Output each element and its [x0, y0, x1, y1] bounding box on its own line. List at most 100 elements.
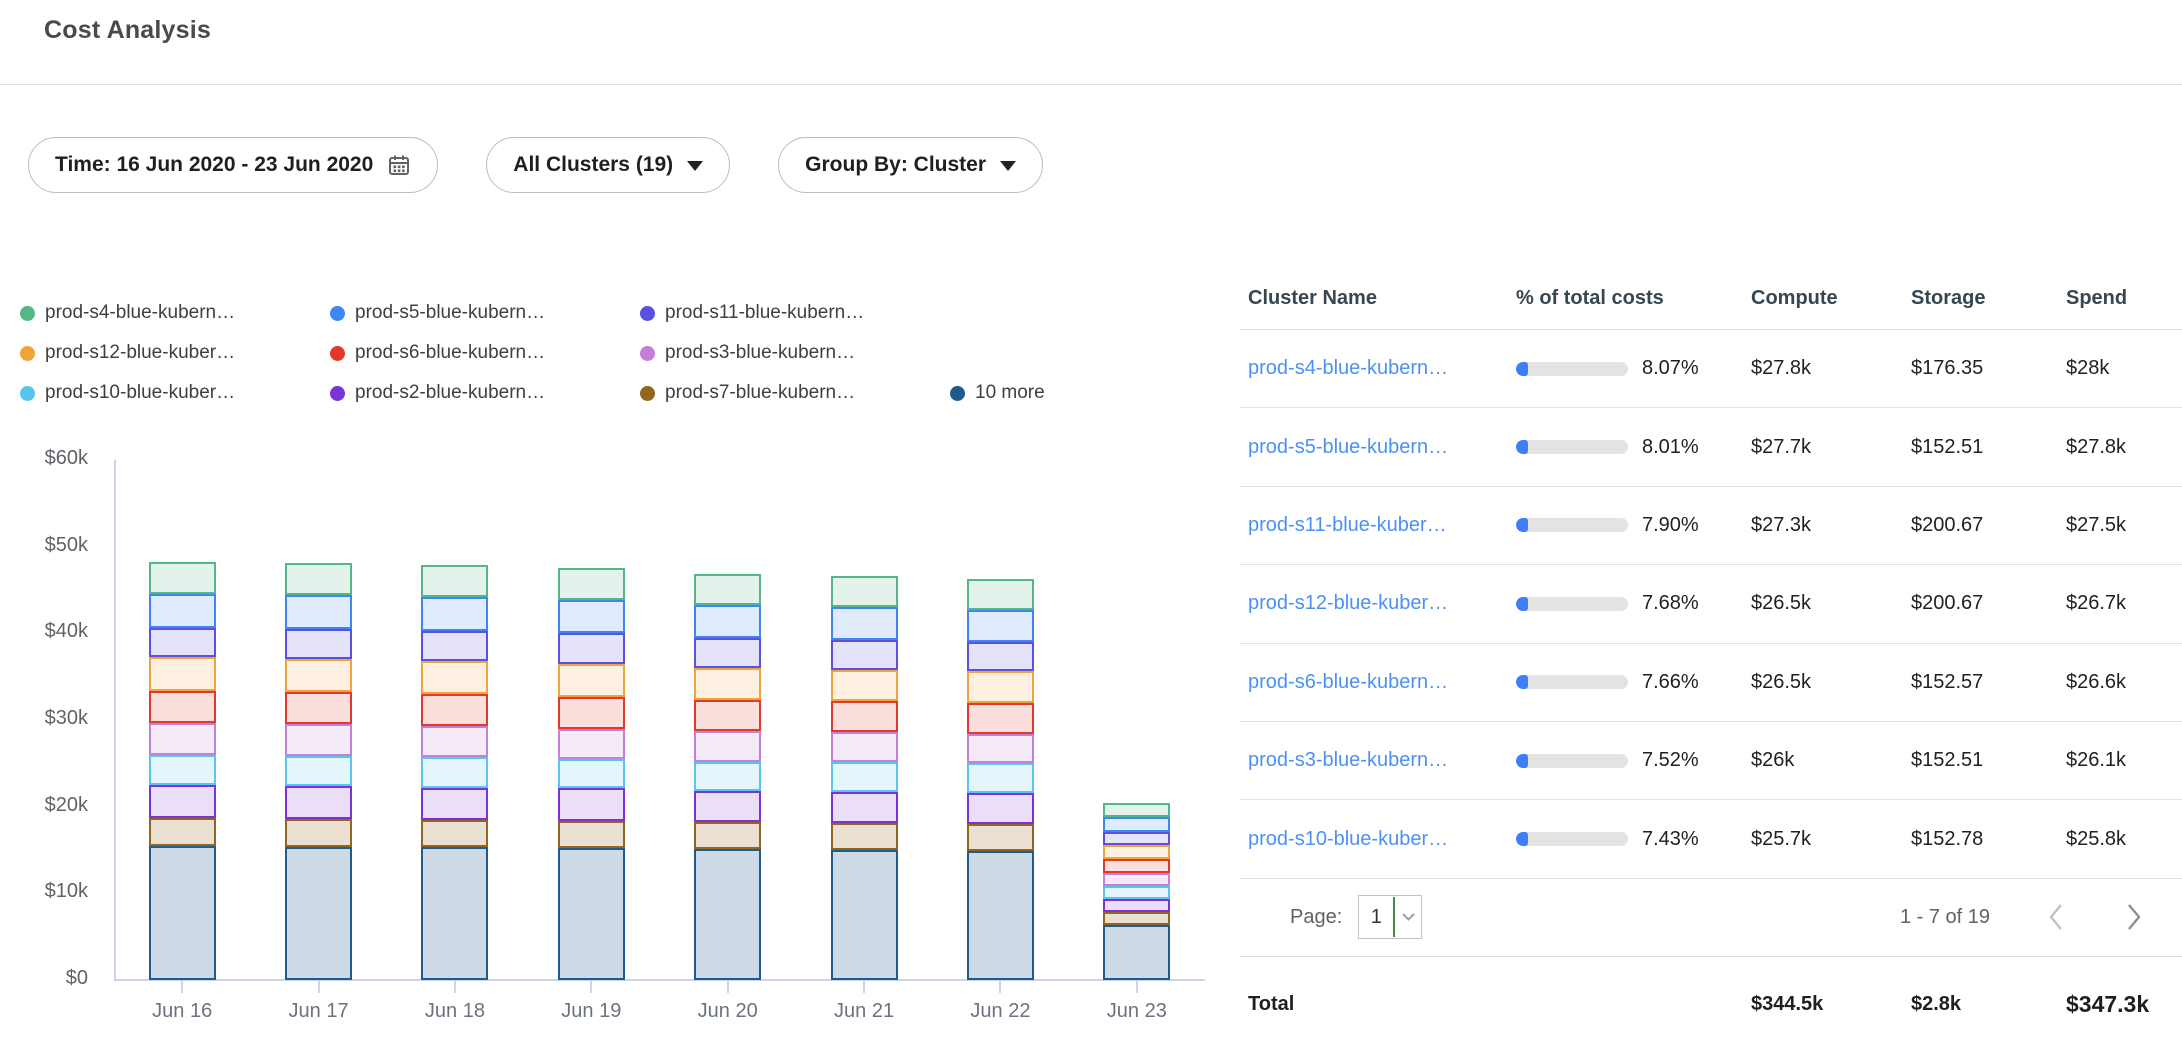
bar-segment[interactable]	[558, 633, 625, 663]
cluster-name-link[interactable]: prod-s10-blue-kuber…	[1248, 828, 1516, 851]
legend-item[interactable]: prod-s7-blue-kubern…	[640, 382, 950, 404]
cluster-name-link[interactable]: prod-s3-blue-kubern…	[1248, 749, 1516, 772]
bar-segment[interactable]	[421, 694, 488, 726]
bar-segment[interactable]	[285, 786, 352, 819]
bar-segment[interactable]	[831, 850, 898, 980]
time-range-filter[interactable]: Time: 16 Jun 2020 - 23 Jun 2020	[28, 137, 438, 193]
legend-item[interactable]: prod-s4-blue-kubern…	[20, 302, 330, 324]
bar-segment[interactable]	[1103, 803, 1170, 817]
bar-segment[interactable]	[831, 701, 898, 732]
bar-segment[interactable]	[558, 697, 625, 729]
cluster-name-link[interactable]: prod-s12-blue-kuber…	[1248, 592, 1516, 615]
group-by-dropdown[interactable]: Group By: Cluster	[778, 137, 1043, 193]
bar-segment[interactable]	[558, 664, 625, 697]
bar-segment[interactable]	[694, 638, 761, 668]
bar-segment[interactable]	[285, 819, 352, 847]
legend-item[interactable]: prod-s12-blue-kuber…	[20, 342, 330, 364]
bar-segment[interactable]	[967, 793, 1034, 824]
page-select[interactable]: 1	[1358, 895, 1422, 939]
bar-segment[interactable]	[149, 785, 216, 818]
bar-segment[interactable]	[558, 788, 625, 820]
legend-item[interactable]: prod-s3-blue-kubern…	[640, 342, 950, 364]
bar-segment[interactable]	[967, 610, 1034, 642]
cluster-name-link[interactable]: prod-s6-blue-kubern…	[1248, 671, 1516, 694]
bar-segment[interactable]	[558, 729, 625, 759]
bar-segment[interactable]	[421, 757, 488, 787]
bar-segment[interactable]	[285, 692, 352, 724]
bar-segment[interactable]	[831, 640, 898, 669]
bar-segment[interactable]	[967, 851, 1034, 980]
bar-segment[interactable]	[967, 703, 1034, 734]
bar-segment[interactable]	[694, 668, 761, 700]
bar-segment[interactable]	[1103, 859, 1170, 873]
bar-segment[interactable]	[694, 700, 761, 731]
bar-segment[interactable]	[558, 600, 625, 633]
bar-segment[interactable]	[967, 579, 1034, 610]
bar-segment[interactable]	[558, 848, 625, 980]
bar-segment[interactable]	[1103, 925, 1170, 980]
bar-segment[interactable]	[149, 755, 216, 785]
bar-segment[interactable]	[421, 820, 488, 848]
legend-item[interactable]: prod-s6-blue-kubern…	[330, 342, 640, 364]
bar-segment[interactable]	[558, 568, 625, 600]
bar-segment[interactable]	[285, 629, 352, 659]
bar-segment[interactable]	[285, 563, 352, 595]
bar-segment[interactable]	[149, 818, 216, 846]
bar-segment[interactable]	[1103, 817, 1170, 832]
bar-segment[interactable]	[558, 821, 625, 849]
bar-segment[interactable]	[421, 631, 488, 661]
bar-segment[interactable]	[421, 726, 488, 757]
legend-item[interactable]: 10 more	[950, 382, 1045, 404]
bar-segment[interactable]	[285, 724, 352, 755]
bar-segment[interactable]	[421, 565, 488, 597]
bar-segment[interactable]	[149, 723, 216, 754]
bar-segment[interactable]	[694, 574, 761, 605]
bar-segment[interactable]	[694, 762, 761, 791]
bar-segment[interactable]	[149, 657, 216, 691]
bar-segment[interactable]	[149, 846, 216, 980]
cluster-name-link[interactable]: prod-s4-blue-kubern…	[1248, 357, 1516, 380]
legend-item[interactable]: prod-s11-blue-kubern…	[640, 302, 950, 324]
bar-segment[interactable]	[831, 607, 898, 640]
cluster-name-link[interactable]: prod-s11-blue-kuber…	[1248, 514, 1516, 537]
bar-segment[interactable]	[421, 597, 488, 631]
bar-segment[interactable]	[1103, 886, 1170, 899]
bar-segment[interactable]	[831, 670, 898, 701]
bar-segment[interactable]	[285, 847, 352, 980]
bar-segment[interactable]	[285, 756, 352, 786]
bar-segment[interactable]	[967, 824, 1034, 851]
bar-segment[interactable]	[558, 759, 625, 788]
bar-segment[interactable]	[694, 731, 761, 761]
bar-segment[interactable]	[831, 732, 898, 762]
bar-segment[interactable]	[694, 791, 761, 822]
legend-item[interactable]: prod-s10-blue-kuber…	[20, 382, 330, 404]
bar-segment[interactable]	[421, 847, 488, 980]
bar-segment[interactable]	[967, 734, 1034, 763]
cluster-name-link[interactable]: prod-s5-blue-kubern…	[1248, 436, 1516, 459]
bar-segment[interactable]	[1103, 912, 1170, 924]
bar-segment[interactable]	[149, 562, 216, 594]
bar-segment[interactable]	[1103, 899, 1170, 913]
bar-segment[interactable]	[967, 763, 1034, 792]
bar-segment[interactable]	[1103, 832, 1170, 845]
bar-segment[interactable]	[1103, 845, 1170, 859]
bar-segment[interactable]	[967, 642, 1034, 671]
bar-segment[interactable]	[285, 595, 352, 629]
clusters-filter-dropdown[interactable]: All Clusters (19)	[486, 137, 730, 193]
bar-segment[interactable]	[421, 788, 488, 820]
bar-segment[interactable]	[149, 628, 216, 657]
bar-segment[interactable]	[831, 823, 898, 850]
bar-segment[interactable]	[831, 792, 898, 823]
legend-item[interactable]: prod-s5-blue-kubern…	[330, 302, 640, 324]
legend-item[interactable]: prod-s2-blue-kubern…	[330, 382, 640, 404]
bar-segment[interactable]	[149, 691, 216, 724]
bar-segment[interactable]	[1103, 873, 1170, 886]
bar-segment[interactable]	[421, 661, 488, 694]
bar-segment[interactable]	[831, 576, 898, 607]
bar-segment[interactable]	[694, 849, 761, 980]
bar-segment[interactable]	[967, 671, 1034, 702]
previous-page-chevron-icon[interactable]	[2036, 895, 2076, 939]
bar-segment[interactable]	[831, 762, 898, 791]
bar-segment[interactable]	[285, 659, 352, 692]
bar-segment[interactable]	[149, 594, 216, 628]
